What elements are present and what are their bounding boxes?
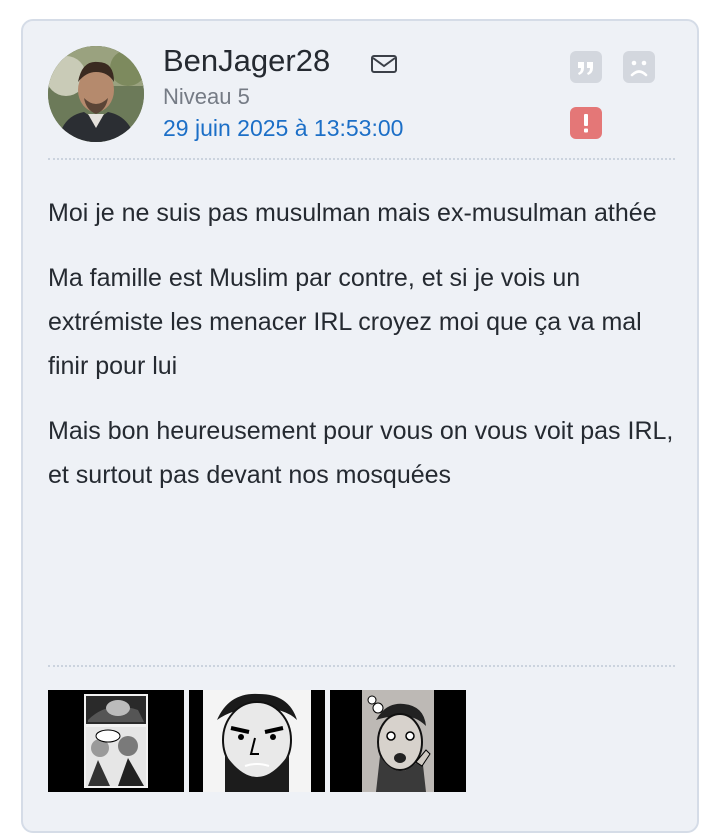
message-paragraph: Mais bon heureusement pour vous on vous … bbox=[48, 417, 674, 489]
post-message: Moi je ne suis pas musulman mais ex-musu… bbox=[48, 191, 678, 518]
user-level: Niveau 5 bbox=[163, 84, 250, 109]
bearded-man-sticker[interactable] bbox=[189, 690, 325, 792]
envelope-icon[interactable] bbox=[370, 53, 398, 75]
signature-divider bbox=[48, 665, 675, 667]
username-link[interactable]: BenJager28 bbox=[163, 43, 330, 79]
dislike-button[interactable] bbox=[623, 51, 655, 83]
frown-icon bbox=[630, 60, 648, 77]
exclamation-icon bbox=[584, 114, 588, 133]
quote-button[interactable] bbox=[570, 51, 602, 83]
header-divider bbox=[48, 158, 675, 160]
forum-post-card: BenJager28 Niveau 5 29 juin 2025 à 13:53… bbox=[21, 19, 699, 833]
message-paragraph: Ma famille est Muslim par contre, et si … bbox=[48, 264, 642, 380]
message-paragraph: Moi je ne suis pas musulman mais ex-musu… bbox=[48, 199, 657, 227]
post-date-link[interactable]: 29 juin 2025 à 13:53:00 bbox=[163, 113, 403, 143]
surprised-man-sticker[interactable] bbox=[330, 690, 466, 792]
user-avatar[interactable] bbox=[48, 46, 144, 142]
quote-icon bbox=[578, 62, 593, 75]
report-button[interactable] bbox=[570, 107, 602, 139]
comic-panels-sticker[interactable] bbox=[48, 690, 184, 792]
